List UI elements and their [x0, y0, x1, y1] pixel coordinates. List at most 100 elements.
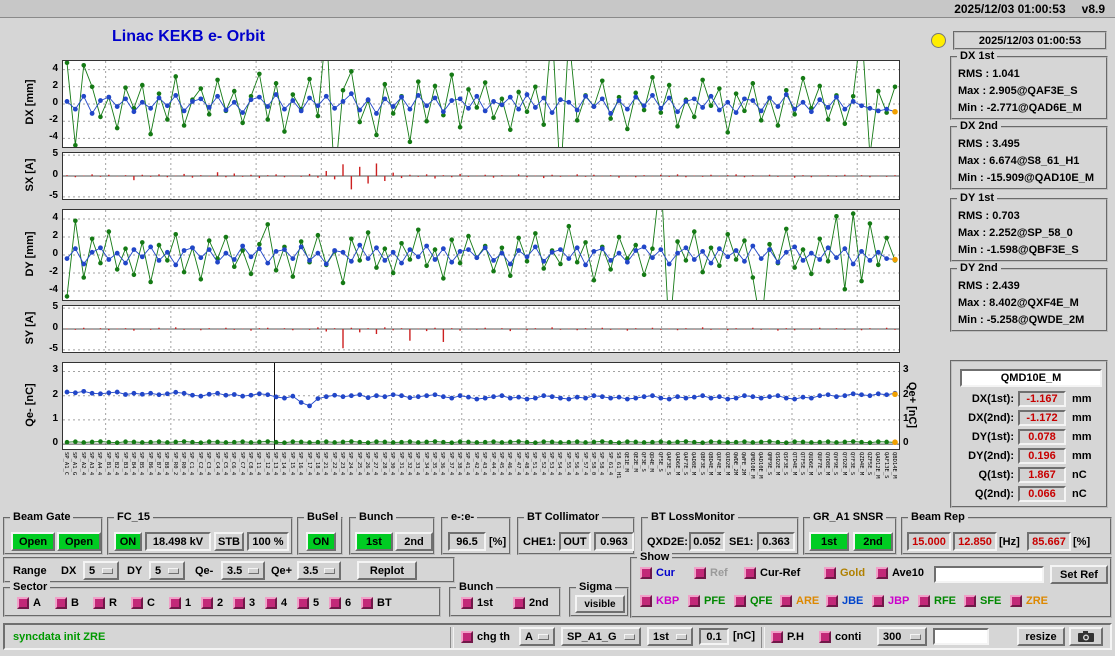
selected-bpm-name[interactable]: QMD10E_M: [960, 369, 1102, 387]
bpm-name-label: QF5E_S: [656, 452, 663, 472]
sector-b-checkbox[interactable]: B: [55, 597, 79, 609]
show-sfe-label: SFE: [980, 595, 1002, 607]
option-menu-dash-icon: [248, 567, 259, 574]
interval-input[interactable]: [933, 628, 989, 645]
checkbox-indicator: [876, 567, 888, 579]
interval-select[interactable]: 300: [877, 627, 927, 646]
bpm-name-label: SP_44_4: [489, 452, 496, 476]
show-qfe-checkbox[interactable]: QFE: [734, 595, 773, 607]
checkbox-indicator: [361, 597, 373, 609]
checkbox-indicator: [640, 567, 652, 579]
bpm-name-label: SP_C6_4: [230, 452, 237, 476]
bpm-name-label: SP_51_4: [531, 452, 538, 476]
interval-select-value: 300: [883, 630, 902, 643]
busel-title: BuSel: [304, 511, 342, 524]
sigma-visible-button[interactable]: visible: [575, 595, 625, 613]
show-rfe-checkbox[interactable]: RFE: [918, 595, 956, 607]
ph-checkbox[interactable]: P.H: [771, 631, 804, 643]
bpm-name-label: SP_16_4: [297, 452, 304, 476]
sector-6-checkbox[interactable]: 6: [329, 597, 351, 609]
sector-a-checkbox[interactable]: A: [17, 597, 41, 609]
dx-2nd-min: Min : -15.909@QAD10E_M: [958, 172, 1095, 184]
checkbox-indicator: [513, 597, 525, 609]
show-ave10-checkbox[interactable]: Ave10: [876, 567, 924, 579]
show-cur-checkbox[interactable]: Cur: [640, 567, 675, 579]
show-ref-checkbox[interactable]: Ref: [694, 567, 728, 579]
checkbox-indicator: [233, 597, 245, 609]
y-tick-label: -2: [49, 114, 58, 126]
bunch-2nd-checkbox[interactable]: 2nd: [513, 597, 549, 609]
fc15-stb-button[interactable]: STB: [214, 532, 244, 551]
sector-3-checkbox[interactable]: 3: [233, 597, 255, 609]
gr-snsr-2nd-button[interactable]: 2nd: [853, 532, 893, 551]
show-zre-checkbox[interactable]: ZRE: [1010, 595, 1048, 607]
y-tick-label: 0: [52, 169, 58, 180]
show-ref-label: Ref: [710, 567, 728, 579]
sy-chart-svg: [63, 306, 899, 352]
qxd2e-value: 0.052: [689, 532, 725, 551]
range-dy-select[interactable]: 5: [149, 561, 185, 580]
show-gold-checkbox[interactable]: Gold: [824, 567, 865, 579]
show-are-checkbox[interactable]: ARE: [780, 595, 819, 607]
bunch-2nd-button[interactable]: 2nd: [395, 532, 433, 551]
bunch-1st-button[interactable]: 1st: [355, 532, 393, 551]
show-sfe-checkbox[interactable]: SFE: [964, 595, 1001, 607]
sector-1-checkbox[interactable]: 1: [169, 597, 191, 609]
sector-2-checkbox[interactable]: 2: [201, 597, 223, 609]
sector-c-checkbox[interactable]: C: [131, 597, 155, 609]
bpm-name-label: QVF9E_S: [832, 452, 839, 476]
option-menu-dash-icon: [910, 633, 921, 640]
qe-minus-axis-label: Qe- [nC]: [24, 383, 36, 427]
conti-checkbox[interactable]: conti: [819, 631, 861, 643]
bpm-name-label: SP_41_4: [464, 452, 471, 476]
bpm-select[interactable]: SP_A1_G: [561, 627, 641, 646]
replot-button[interactable]: Replot: [357, 561, 417, 580]
bpm-name-label: SP_57_4: [581, 452, 588, 476]
y-tick-label: 0: [52, 248, 58, 259]
beam-gate-open2-button[interactable]: Open: [57, 532, 101, 551]
bpm-name-label: SP_46_4: [506, 452, 513, 476]
bpm-name-label: QXF4E_M: [715, 452, 722, 476]
chg-th-checkbox[interactable]: chg th: [461, 631, 510, 643]
dx-orbit-plot: [62, 60, 900, 148]
bt-collimator-title: BT Collimator: [524, 511, 603, 524]
gr-snsr-1st-button[interactable]: 1st: [809, 532, 849, 551]
fc15-on-button[interactable]: ON: [114, 532, 142, 551]
ee-ratio-group: e-:e- 96.5 [%]: [441, 511, 511, 555]
set-ref-button[interactable]: Set Ref: [1050, 565, 1108, 584]
range-qe-minus-select[interactable]: 3.5: [221, 561, 265, 580]
ref-name-input[interactable]: [934, 566, 1044, 583]
range-qe-plus-value: 3.5: [303, 564, 319, 577]
bunch-order-select[interactable]: 1st: [647, 627, 693, 646]
sector-5-checkbox[interactable]: 5: [297, 597, 319, 609]
bpm-name-label: QE1E_M: [623, 452, 630, 472]
sector-a-select[interactable]: A: [519, 627, 555, 646]
checkbox-indicator: [131, 597, 143, 609]
show-zre-label: ZRE: [1026, 595, 1048, 607]
range-dx-label: DX: [61, 565, 77, 577]
show-jbp-checkbox[interactable]: JBP: [872, 595, 909, 607]
show-pfe-checkbox[interactable]: PFE: [688, 595, 725, 607]
screenshot-button[interactable]: [1069, 627, 1103, 646]
sector-bt-checkbox[interactable]: BT: [361, 597, 392, 609]
bunch-1st-checkbox[interactable]: 1st: [461, 597, 493, 609]
sector-4-label: 4: [281, 597, 288, 609]
sigma-title: Sigma: [576, 581, 616, 594]
range-qe-plus-select[interactable]: 3.5: [297, 561, 341, 580]
beam-gate-open1-button[interactable]: Open: [11, 532, 55, 551]
bunch-select-title: Bunch: [356, 511, 397, 524]
range-dx-select[interactable]: 5: [83, 561, 119, 580]
beam-rep-percent-unit: [%]: [1073, 535, 1091, 548]
busel-on-button[interactable]: ON: [306, 532, 336, 551]
sector-r-checkbox[interactable]: R: [93, 597, 117, 609]
range-qe-minus-value: 3.5: [227, 564, 243, 577]
sector-4-checkbox[interactable]: 4: [265, 597, 287, 609]
show-kbp-checkbox[interactable]: KBP: [640, 595, 679, 607]
resize-button[interactable]: resize: [1017, 627, 1065, 646]
sector-6-label: 6: [345, 597, 352, 609]
y-tick-label: 0: [52, 437, 58, 449]
show-jbe-checkbox[interactable]: JBE: [826, 595, 863, 607]
bpm-name-label: QVD8E_M: [824, 452, 831, 476]
show-cur-ref-checkbox[interactable]: Cur-Ref: [744, 567, 800, 579]
bpm-name-label: QBF3E_S: [698, 452, 705, 476]
